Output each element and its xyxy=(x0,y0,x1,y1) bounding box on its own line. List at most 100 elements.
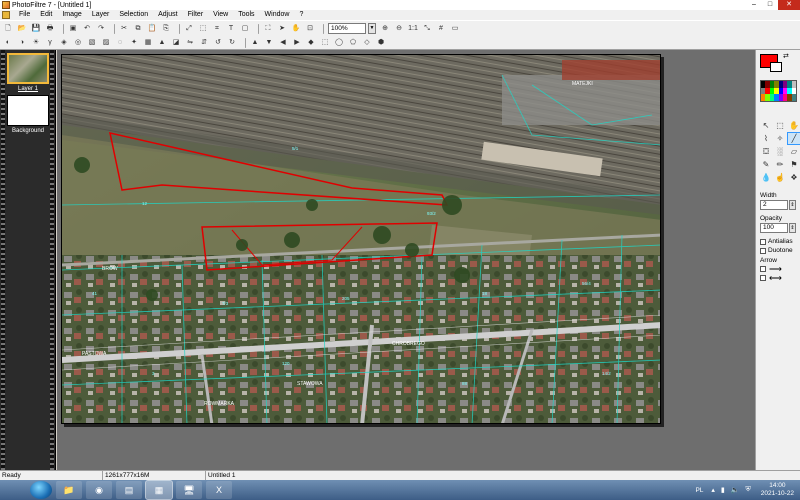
frame-icon[interactable]: ▢ xyxy=(240,24,250,34)
fill-icon[interactable]: ◆ xyxy=(306,38,316,48)
menu-help[interactable]: ? xyxy=(294,10,308,20)
selection-tool-icon[interactable]: ⬚ xyxy=(774,120,786,131)
chrome-icon[interactable]: ◉ xyxy=(86,481,112,499)
color-palette[interactable] xyxy=(760,80,797,102)
arrow-right-icon[interactable]: ▶ xyxy=(292,38,302,48)
actual-size-icon[interactable]: 1:1 xyxy=(408,24,418,34)
hand-tool-icon[interactable]: ✋ xyxy=(788,120,800,131)
swap-colors-icon[interactable]: ⇄ xyxy=(783,52,789,60)
contrast-icon[interactable]: ◑ xyxy=(17,38,27,48)
crop-icon[interactable]: ⌗ xyxy=(212,24,222,34)
fill-bucket-icon[interactable]: ⛋ xyxy=(760,146,772,157)
rotate-right-icon[interactable]: ↻ xyxy=(227,38,237,48)
saturation-icon[interactable]: ◈ xyxy=(59,38,69,48)
save-icon[interactable]: 💾 xyxy=(31,24,41,34)
chevron-down-icon[interactable]: ▼ xyxy=(368,23,376,34)
canvas-size-icon[interactable]: ⬚ xyxy=(198,24,208,34)
sharpen-icon[interactable]: ✦ xyxy=(129,38,139,48)
arrow-single-option[interactable]: ⟶ xyxy=(760,265,782,274)
line-tool-icon[interactable]: ╱ xyxy=(787,132,800,145)
monitor-icon[interactable]: 🖥 xyxy=(176,481,202,499)
network-icon[interactable]: ▮ xyxy=(721,486,725,494)
layer-item-background[interactable]: Background xyxy=(7,95,49,134)
level-icon[interactable]: ◐ xyxy=(3,38,13,48)
opacity-stepper[interactable]: ⇕ xyxy=(789,223,796,233)
antialias-checkbox[interactable]: Antialias xyxy=(760,238,793,245)
zoom-fit-icon[interactable]: ⊡ xyxy=(305,24,315,34)
pointer-tool-icon[interactable]: ↖ xyxy=(760,120,772,131)
width-stepper[interactable]: ⇕ xyxy=(789,200,796,210)
paste-new-icon[interactable]: ⎘ xyxy=(161,24,171,34)
arrow-double-option[interactable]: ⟷ xyxy=(760,274,782,283)
clock[interactable]: 14:00 2021-10-22 xyxy=(761,482,794,498)
pointer-icon[interactable]: ➤ xyxy=(277,24,287,34)
zoom-in-icon[interactable]: ⊕ xyxy=(380,24,390,34)
maximize-button[interactable]: □ xyxy=(762,0,778,10)
menu-window[interactable]: Window xyxy=(260,10,295,20)
image-canvas[interactable]: BROW PASTOWA STAWOWA CHROBREGO ROWMARKA … xyxy=(61,54,661,424)
text-icon[interactable]: T xyxy=(226,24,236,34)
menu-adjust[interactable]: Adjust xyxy=(153,10,182,20)
checkbox-box[interactable] xyxy=(760,266,766,272)
redo-icon[interactable]: ↷ xyxy=(96,24,106,34)
invert-selection-icon[interactable]: ◇ xyxy=(362,38,372,48)
arrow-down-icon[interactable]: ▼ xyxy=(264,38,274,48)
mirror-icon[interactable]: ⇋ xyxy=(185,38,195,48)
texture-icon[interactable]: ▦ xyxy=(143,38,153,48)
width-field[interactable]: 2 xyxy=(760,200,788,210)
fit-window-icon[interactable]: ⤡ xyxy=(422,24,432,34)
window-icon[interactable]: ▭ xyxy=(450,24,460,34)
menu-view[interactable]: View xyxy=(208,10,233,20)
select-ellipse-icon[interactable]: ◯ xyxy=(334,38,344,48)
opacity-field[interactable]: 100 xyxy=(760,223,788,233)
hue-icon[interactable]: ◎ xyxy=(73,38,83,48)
menu-image[interactable]: Image xyxy=(57,10,86,20)
menu-layer[interactable]: Layer xyxy=(87,10,115,20)
smudge-icon[interactable]: ☝ xyxy=(774,172,786,183)
grid-icon[interactable]: # xyxy=(436,24,446,34)
spray-icon[interactable]: ░ xyxy=(774,146,786,157)
magic-wand-icon[interactable]: ✧ xyxy=(774,133,786,144)
blur-icon[interactable]: ◌ xyxy=(115,38,125,48)
gamma-icon[interactable]: γ xyxy=(45,38,55,48)
menu-edit[interactable]: Edit xyxy=(35,10,57,20)
checkbox-box[interactable] xyxy=(760,275,766,281)
shape-icon[interactable]: ⬢ xyxy=(376,38,386,48)
image-size-icon[interactable]: ⤢ xyxy=(184,24,194,34)
color-picker-icon[interactable]: ▲ xyxy=(157,38,167,48)
undo-icon[interactable]: ↶ xyxy=(82,24,92,34)
sepia-icon[interactable]: ▨ xyxy=(101,38,111,48)
checkbox-box[interactable] xyxy=(760,247,766,254)
copy-icon[interactable]: ⧉ xyxy=(133,24,143,34)
paste-icon[interactable]: 📋 xyxy=(147,24,157,34)
menu-tools[interactable]: Tools xyxy=(233,10,259,20)
open-icon[interactable]: 📂 xyxy=(17,24,27,34)
menu-selection[interactable]: Selection xyxy=(114,10,153,20)
grayscale-icon[interactable]: ▧ xyxy=(87,38,97,48)
hand-icon[interactable]: ✋ xyxy=(291,24,301,34)
eyedropper-icon[interactable]: ⌇ xyxy=(760,133,772,144)
flip-icon[interactable]: ⇵ xyxy=(199,38,209,48)
explorer-icon[interactable]: 📁 xyxy=(56,481,82,499)
scan-icon[interactable]: ▣ xyxy=(68,24,78,34)
security-icon[interactable]: ⛨ xyxy=(746,486,751,494)
menu-filter[interactable]: Filter xyxy=(183,10,209,20)
brush-icon[interactable]: ✎ xyxy=(760,159,772,170)
minimize-button[interactable]: – xyxy=(746,0,762,10)
brightness-icon[interactable]: ☀ xyxy=(31,38,41,48)
start-button[interactable] xyxy=(30,481,52,499)
rotate-left-icon[interactable]: ↺ xyxy=(213,38,223,48)
eraser-icon[interactable]: ▱ xyxy=(788,146,800,157)
photofiltre-icon[interactable]: ▦ xyxy=(145,480,173,500)
print-icon[interactable]: 🖶 xyxy=(45,24,55,34)
duotone-checkbox[interactable]: Duotone xyxy=(760,247,793,254)
checkbox-box[interactable] xyxy=(760,238,766,245)
menu-file[interactable]: File xyxy=(14,10,35,20)
clone-icon[interactable]: ❖ xyxy=(788,172,800,183)
pencil-icon[interactable]: ✏ xyxy=(774,159,786,170)
arrow-up-icon[interactable]: ▲ xyxy=(250,38,260,48)
fullscreen-icon[interactable]: ⛶ xyxy=(263,24,273,34)
volume-icon[interactable]: 🔈 xyxy=(731,486,740,494)
arrow-left-icon[interactable]: ◀ xyxy=(278,38,288,48)
zoom-out-icon[interactable]: ⊖ xyxy=(394,24,404,34)
